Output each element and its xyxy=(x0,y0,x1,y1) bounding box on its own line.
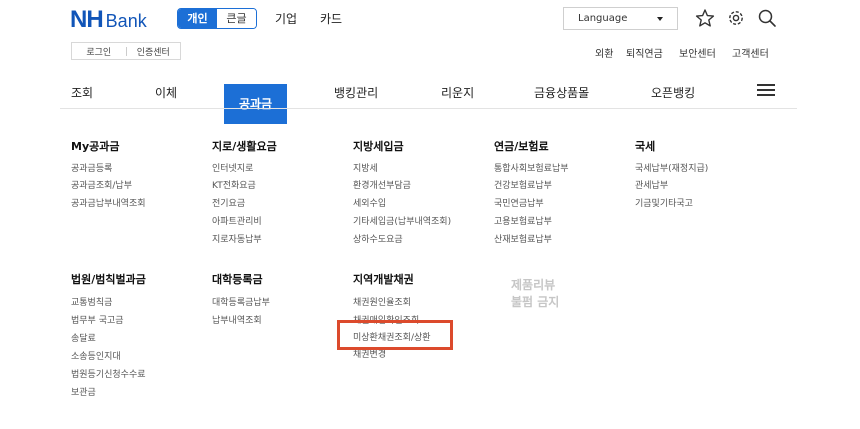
menu-item[interactable]: 납부내역조회 xyxy=(212,313,262,326)
mode-toggle: 개인 큰글 xyxy=(177,8,257,29)
menu-item[interactable]: 건강보험료납부 xyxy=(494,178,552,191)
util-customer-center[interactable]: 고객센터 xyxy=(732,45,769,60)
nh-bank-logo[interactable]: NH Bank xyxy=(70,6,147,33)
menu-item[interactable]: 법무부 국고금 xyxy=(71,313,124,326)
util-pension[interactable]: 퇴직연금 xyxy=(626,45,663,60)
menu-item[interactable]: 송달료 xyxy=(71,331,96,344)
login-bar: 로그인 인증센터 xyxy=(71,42,181,60)
menu-item[interactable]: 산재보험료납부 xyxy=(494,232,552,245)
highlight-box xyxy=(337,320,453,350)
menu-item[interactable]: 관세납부 xyxy=(635,178,668,191)
menu-title-pension-insurance[interactable]: 연금/보험료 xyxy=(494,138,549,154)
menu-item[interactable]: 인터넷지로 xyxy=(212,161,253,174)
menu-item[interactable]: 소송등인지대 xyxy=(71,349,121,362)
search-icon[interactable] xyxy=(757,8,777,28)
menu-item[interactable]: 채권원인율조회 xyxy=(353,295,411,308)
menu-item[interactable]: 대학등록금납부 xyxy=(212,295,270,308)
gnb-banking-management[interactable]: 뱅킹관리 xyxy=(334,84,378,101)
util-forex[interactable]: 외환 xyxy=(595,45,613,60)
menu-item[interactable]: KT전화요금 xyxy=(212,178,256,191)
menu-item[interactable]: 환경개선부담금 xyxy=(353,178,411,191)
top-menu-card[interactable]: 카드 xyxy=(320,10,342,27)
top-menu-business[interactable]: 기업 xyxy=(275,10,297,27)
language-select[interactable]: Language xyxy=(563,7,678,30)
language-label: Language xyxy=(578,13,628,24)
menu-item[interactable]: 기타세입금(납부내역조회) xyxy=(353,214,451,227)
menu-title-my-bills[interactable]: My공과금 xyxy=(71,138,119,154)
star-icon[interactable] xyxy=(695,8,715,28)
gear-icon[interactable] xyxy=(726,8,746,28)
cert-center-link[interactable]: 인증센터 xyxy=(127,45,181,58)
watermark-line2: 불펌 금지 xyxy=(511,295,560,309)
gnb-divider xyxy=(60,108,797,109)
menu-title-court-fines[interactable]: 법원/범칙벌과금 xyxy=(71,271,146,287)
menu-item[interactable]: 전기요금 xyxy=(212,196,245,209)
gnb-transfer[interactable]: 이체 xyxy=(155,84,177,101)
gnb-inquiry[interactable]: 조회 xyxy=(71,84,93,101)
menu-item[interactable]: 고용보험료납부 xyxy=(494,214,552,227)
menu-title-regional-bonds[interactable]: 지역개발채권 xyxy=(353,271,414,287)
login-link[interactable]: 로그인 xyxy=(72,45,126,58)
menu-title-tuition[interactable]: 대학등록금 xyxy=(212,271,263,287)
menu-item[interactable]: 공과금납부내역조회 xyxy=(71,196,146,209)
logo-nh: NH xyxy=(70,6,104,33)
menu-item[interactable]: 법원등기신청수수료 xyxy=(71,367,146,380)
util-security-center[interactable]: 보안센터 xyxy=(679,45,716,60)
gnb-utility-bills[interactable]: 공과금 xyxy=(224,84,287,124)
menu-item[interactable]: 보관금 xyxy=(71,385,96,398)
menu-title-local-tax[interactable]: 지방세입금 xyxy=(353,138,404,154)
menu-item[interactable]: 지방세 xyxy=(353,161,378,174)
menu-item[interactable]: 기금및기타국고 xyxy=(635,196,693,209)
menu-item[interactable]: 지로자동납부 xyxy=(212,232,262,245)
menu-item[interactable]: 아파트관리비 xyxy=(212,214,262,227)
menu-title-national-tax[interactable]: 국세 xyxy=(635,138,655,154)
menu-item[interactable]: 국민연금납부 xyxy=(494,196,544,209)
menu-title-giro[interactable]: 지로/생활요금 xyxy=(212,138,277,154)
watermark: 제품리뷰 불펌 금지 xyxy=(511,277,559,311)
mode-large-text-button[interactable]: 큰글 xyxy=(217,9,256,28)
gnb-open-banking[interactable]: 오픈뱅킹 xyxy=(651,84,695,101)
menu-item[interactable]: 세외수입 xyxy=(353,196,386,209)
gnb-lounge[interactable]: 리운지 xyxy=(441,84,474,101)
logo-bank: Bank xyxy=(105,11,147,31)
menu-item[interactable]: 상하수도요금 xyxy=(353,232,403,245)
menu-item[interactable]: 국세납부(재정지급) xyxy=(635,161,708,174)
caret-down-icon xyxy=(657,17,663,21)
menu-item[interactable]: 공과금조회/납부 xyxy=(71,178,132,191)
gnb-financial-mall[interactable]: 금융상품몰 xyxy=(534,84,589,101)
mode-personal-button[interactable]: 개인 xyxy=(178,9,217,28)
hamburger-menu-icon[interactable] xyxy=(757,84,775,96)
watermark-line1: 제품리뷰 xyxy=(511,278,556,292)
menu-item[interactable]: 통합사회보험료납부 xyxy=(494,161,569,174)
menu-item[interactable]: 공과금등록 xyxy=(71,161,112,174)
menu-item[interactable]: 교통범칙금 xyxy=(71,295,112,308)
